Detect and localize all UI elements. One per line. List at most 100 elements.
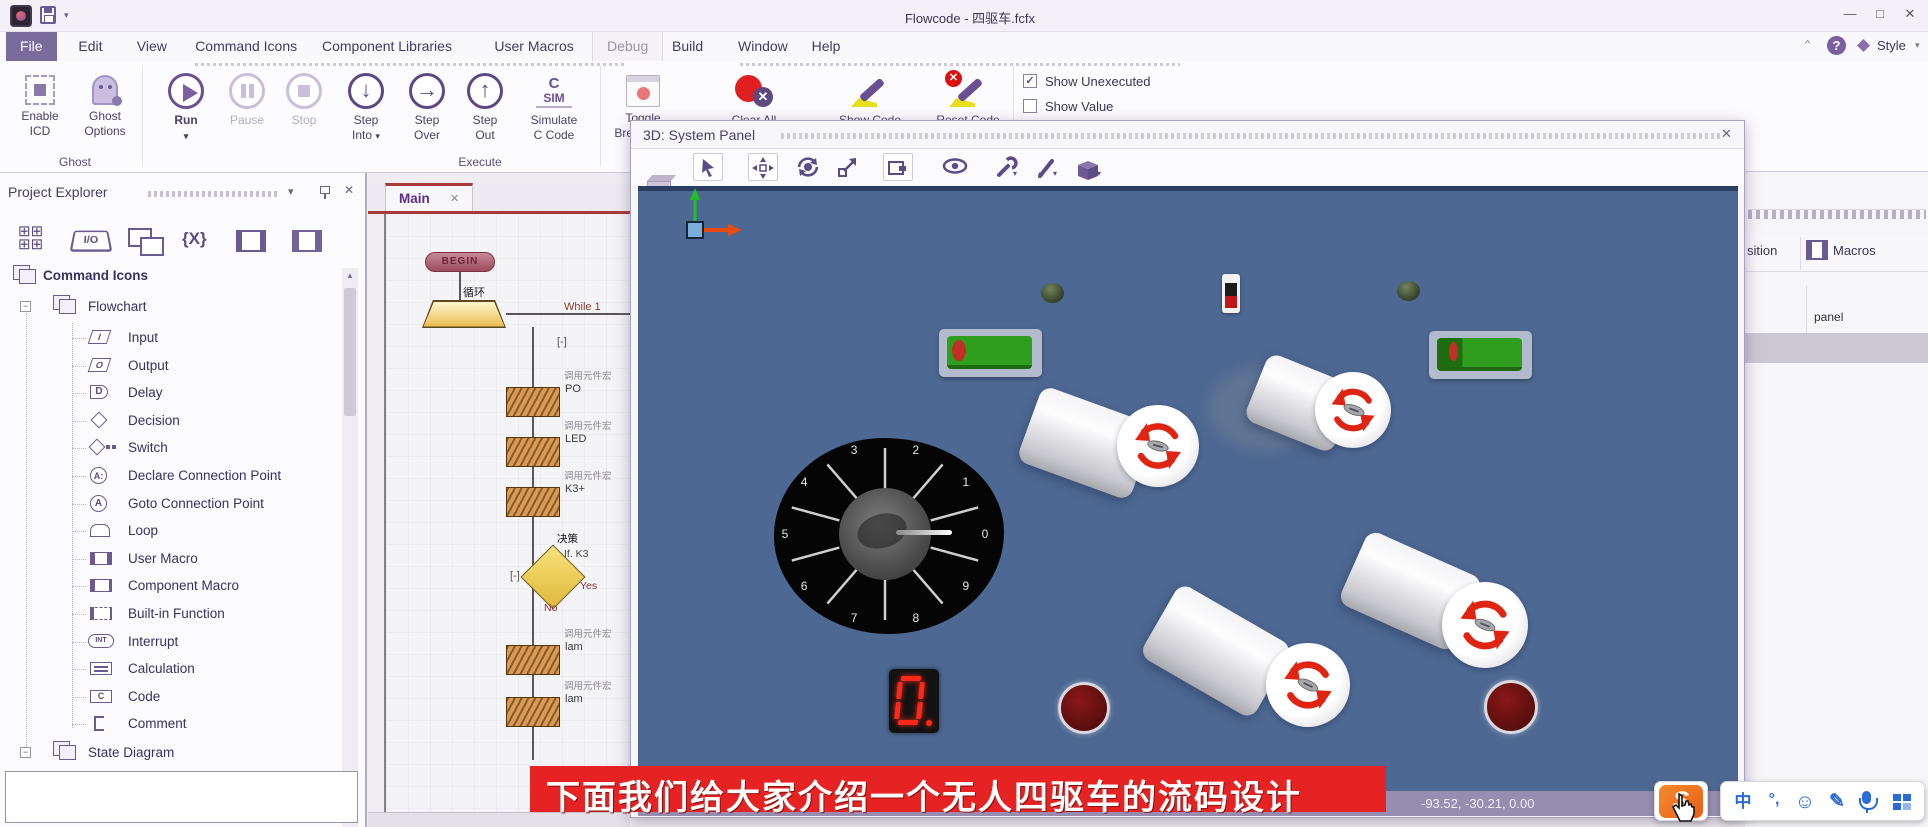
tree-item-decision[interactable]: Decision	[0, 408, 360, 435]
drag-handle-dots[interactable]	[148, 191, 280, 197]
tree-item-loop[interactable]: Loop	[0, 518, 360, 545]
menu-command-icons[interactable]: Command Icons	[181, 32, 311, 61]
panel-close-icon[interactable]: ✕	[344, 183, 354, 197]
maximize-button[interactable]: □	[1868, 6, 1892, 21]
expression-icon[interactable]: {X}	[182, 229, 207, 249]
microphone-icon[interactable]	[1859, 782, 1879, 822]
user-macro-icon[interactable]	[236, 230, 266, 252]
viewport-button[interactable]	[883, 153, 913, 181]
scroll-up-icon[interactable]: ▲	[344, 270, 356, 282]
paint-button[interactable]: ▾	[1031, 153, 1061, 181]
windows-pair-icon[interactable]	[128, 228, 162, 254]
drag-handle-dots[interactable]	[781, 133, 1721, 139]
tree-item-delay[interactable]: DDelay	[0, 380, 360, 407]
save-icon[interactable]	[40, 6, 56, 24]
run-button[interactable]: Run▾	[157, 73, 215, 144]
pin-icon[interactable]	[320, 186, 330, 194]
tree-item-user-macro[interactable]: User Macro	[0, 546, 360, 573]
rotate-view-button[interactable]	[794, 153, 824, 181]
tab-main[interactable]: Main ✕	[385, 183, 473, 211]
collapse-expander-icon[interactable]: −	[20, 747, 31, 758]
collapse-marker[interactable]: [-]	[510, 570, 520, 582]
tools-button[interactable]: ▾	[991, 153, 1021, 181]
grid-add-icon[interactable]: ⊞⊞⊞⊞	[18, 225, 43, 251]
io-icon[interactable]: I/O	[72, 229, 110, 251]
tab-close-icon[interactable]: ✕	[450, 192, 459, 205]
menu-view[interactable]: View	[123, 32, 181, 61]
emoji-icon[interactable]: ☺	[1793, 782, 1817, 822]
minimize-button[interactable]: —	[1838, 6, 1862, 21]
menu-help[interactable]: Help	[798, 32, 855, 61]
step-out-button[interactable]: ↑ StepOut	[456, 73, 514, 143]
3d-panel-close-icon[interactable]: ✕	[1721, 126, 1732, 142]
tree-item-flowchart[interactable]: − Flowchart	[0, 295, 360, 322]
visibility-button[interactable]	[939, 153, 969, 181]
app-icon[interactable]	[10, 5, 32, 27]
tree-item-state-diagram[interactable]: − State Diagram	[0, 741, 360, 768]
stop-button[interactable]: Stop	[275, 73, 333, 128]
scrollbar-thumb[interactable]	[344, 288, 356, 416]
collapse-ribbon-icon[interactable]: ^	[1805, 39, 1810, 49]
keyboard-grid-icon[interactable]	[1891, 782, 1913, 822]
flowchart-component-macro-node[interactable]	[506, 437, 560, 467]
menu-user-macros[interactable]: User Macros	[480, 32, 587, 61]
drag-handle-dots[interactable]	[1748, 209, 1926, 219]
led-bar-component[interactable]	[1429, 331, 1532, 379]
project-explorer-header[interactable]: Project Explorer ▾ ✕	[0, 181, 365, 205]
show-value-checkbox[interactable]: Show Value	[1023, 98, 1223, 116]
led-bar-component[interactable]	[939, 329, 1042, 377]
tree-item-command-icons[interactable]: Command Icons	[0, 265, 360, 292]
style-button[interactable]: Style	[1877, 38, 1906, 53]
menu-window[interactable]: Window	[724, 32, 802, 61]
collapse-marker[interactable]: [-]	[557, 336, 567, 348]
menu-file[interactable]: File	[6, 32, 57, 61]
flowchart-begin-node[interactable]: BEGIN	[425, 252, 495, 272]
style-caret-icon[interactable]: ▾	[1915, 40, 1920, 51]
tree-item-code[interactable]: CCode	[0, 684, 360, 711]
component-macro-icon[interactable]	[292, 230, 322, 252]
tree-item-output[interactable]: OOutput	[0, 353, 360, 380]
flowchart-component-macro-node[interactable]	[506, 645, 560, 675]
led-component[interactable]	[1041, 283, 1064, 303]
flowchart-component-macro-node[interactable]	[506, 697, 560, 727]
ghost-options-button[interactable]: GhostOptions	[76, 73, 134, 139]
close-button[interactable]: ✕	[1898, 6, 1922, 22]
flowchart-component-macro-node[interactable]	[506, 387, 560, 417]
tree-item-goto-connection-point[interactable]: AGoto Connection Point	[0, 491, 360, 518]
pan-tool-button[interactable]	[748, 153, 778, 181]
wheel-component[interactable]	[1058, 682, 1110, 734]
quick-access-caret-icon[interactable]: ▾	[64, 10, 69, 21]
rotary-decade-switch[interactable]: 0123456789	[774, 438, 1004, 634]
panel-menu-caret-icon[interactable]: ▾	[288, 185, 294, 198]
select-tool-button[interactable]	[693, 153, 723, 181]
panel-row-value[interactable]: panel	[1814, 310, 1843, 324]
tree-item-switch[interactable]: Switch	[0, 435, 360, 462]
step-over-button[interactable]: → StepOver	[398, 73, 456, 143]
3d-viewport[interactable]: 0123456789	[638, 186, 1738, 791]
collapse-expander-icon[interactable]: −	[20, 301, 31, 312]
tree-item-declare-connection-point[interactable]: A:Declare Connection Point	[0, 463, 360, 490]
menu-edit[interactable]: Edit	[64, 32, 116, 61]
step-into-button[interactable]: ↓ StepInto ▾	[337, 73, 395, 144]
tree-item-interrupt[interactable]: INTInterrupt	[0, 629, 360, 656]
menu-debug[interactable]: Debug	[592, 32, 663, 61]
chinese-mode-icon[interactable]: 中	[1731, 782, 1755, 822]
menu-component-libraries[interactable]: Component Libraries	[308, 32, 466, 61]
tree-item-built-in-function[interactable]: Built-in Function	[0, 601, 360, 628]
flowchart-component-macro-node[interactable]	[506, 487, 560, 517]
selected-row[interactable]	[1745, 333, 1928, 363]
3d-panel-title-bar[interactable]: 3D: System Panel ✕	[631, 121, 1744, 149]
help-icon[interactable]: ?	[1827, 36, 1846, 55]
handwriting-pencil-icon[interactable]: ✎	[1825, 782, 1849, 822]
punctuation-icon[interactable]: °,	[1763, 782, 1785, 822]
tree-item-component-macro[interactable]: Component Macro	[0, 573, 360, 600]
tree-item-input[interactable]: IInput	[0, 325, 360, 352]
led-component[interactable]	[1397, 281, 1420, 301]
macros-button[interactable]: Macros	[1833, 243, 1876, 258]
menu-build[interactable]: Build	[658, 32, 717, 61]
shapes-button[interactable]: ▾	[1071, 153, 1101, 181]
seven-segment-display[interactable]	[889, 669, 939, 733]
flowchart-while-loop-node[interactable]	[422, 300, 506, 328]
wheel-component[interactable]	[1484, 680, 1538, 734]
toggle-switch-component[interactable]	[1222, 274, 1240, 313]
